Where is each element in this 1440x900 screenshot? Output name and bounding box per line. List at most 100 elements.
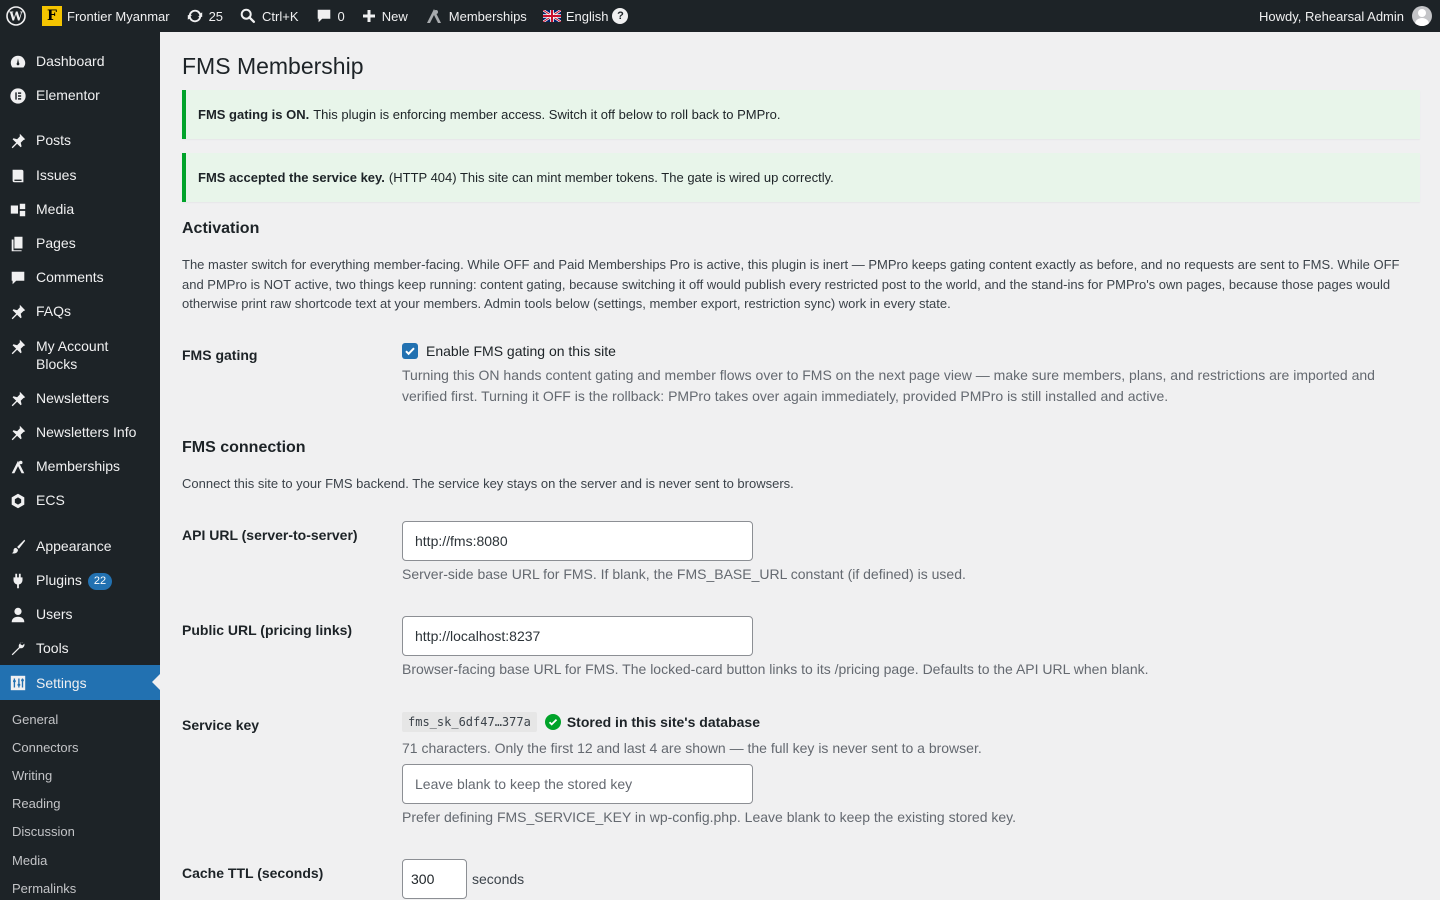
sidebar-item-label: Settings [36,674,87,691]
updates-icon [187,9,202,23]
sidebar-item-label: Pages [36,235,76,251]
sidebar-item-label: Posts [36,132,72,148]
search-icon [240,8,256,24]
brush-icon [0,537,36,556]
sidebar-item-tools[interactable]: Tools [0,639,160,658]
sidebar-item-newsletters[interactable]: Newsletters [0,389,160,408]
new-content-link[interactable]: New [353,0,416,32]
pin-icon [0,389,36,408]
submenu-item-reading[interactable]: Reading [12,796,60,811]
greeting: Howdy, Rehearsal Admin [1259,8,1404,24]
wordpress-logo-icon[interactable]: W [0,0,34,32]
memberships-label: Memberships [448,8,527,24]
notice-gating-on: FMS gating is ON. This plugin is enforci… [182,90,1420,139]
search-link[interactable]: Ctrl+K [231,0,306,32]
cache-ttl-unit: seconds [472,871,525,887]
fms-gating-label: FMS gating [182,347,258,363]
plus-icon [362,10,375,22]
sidebar-item-dashboard[interactable]: Dashboard [0,52,160,71]
cache-ttl-label: Cache TTL (seconds) [182,865,324,881]
ecs-icon [0,491,36,510]
sidebar-item-media[interactable]: Media [0,200,160,219]
user-icon [0,605,36,624]
sidebar-item-elementor[interactable]: Elementor [0,86,160,105]
sidebar-item-users[interactable]: Users [0,605,160,624]
comments-link[interactable]: 0 [307,0,353,32]
comment-icon [317,9,330,23]
site-name-link[interactable]: F Frontier Myanmar [34,0,178,32]
fms-gating-checkbox-label: Enable FMS gating on this site [426,343,616,359]
sidebar-item-label: FAQs [36,303,72,319]
sidebar-item-label: Tools [36,640,69,656]
sidebar-item-appearance[interactable]: Appearance [0,537,160,556]
updates-link[interactable]: 25 [178,0,231,32]
submenu-item-discussion[interactable]: Discussion [12,824,75,839]
sidebar-item-issues[interactable]: Issues [0,166,160,185]
connection-heading: FMS connection [182,439,306,456]
public-url-label: Public URL (pricing links) [182,622,353,638]
service-key-status-row: fms_sk_6df47…377a Stored in this site's … [402,712,760,732]
sidebar-item-posts[interactable]: Posts [0,131,160,150]
sidebar-item-memberships[interactable]: Memberships [0,457,160,476]
svg-text:W: W [8,10,23,24]
api-url-help: Server-side base URL for FMS. If blank, … [402,566,966,582]
dashboard-icon [0,52,36,71]
submenu-item-general[interactable]: General [12,712,58,727]
fms-gating-checkbox[interactable]: Enable FMS gating on this site [402,343,616,359]
public-url-input[interactable]: http://localhost:8237 [402,616,753,656]
sidebar-item-newsletters-info[interactable]: Newsletters Info [0,423,160,442]
api-url-label: API URL (server-to-server) [182,527,358,543]
sidebar-item-label: My Account Blocks [36,338,109,372]
public-url-help: Browser-facing base URL for FMS. The loc… [402,661,1149,677]
service-key-info: 71 characters. Only the first 12 and las… [402,740,982,756]
submenu-item-writing[interactable]: Writing [12,768,52,783]
new-label: New [381,8,408,24]
sidebar-item-label: Comments [36,269,104,285]
service-key-status: Stored in this site's database [537,714,760,730]
uk-flag-icon [542,10,561,22]
pin-icon [0,302,36,321]
sidebar-item-settings[interactable]: Settings [0,665,160,700]
pin-icon [0,131,36,150]
sidebar-item-plugins[interactable]: Plugins 22 [0,571,160,590]
checkbox-checked-icon[interactable] [402,343,418,359]
pin-icon [0,337,36,356]
settings-icon [0,673,36,692]
sidebar-item-label: ECS [36,492,65,508]
elementor-icon [0,86,36,105]
fms-gating-field: Enable FMS gating on this site [402,343,616,359]
sidebar-item-comments[interactable]: Comments [0,268,160,287]
sidebar-item-label: Dashboard [36,53,105,69]
sidebar-item-label: Memberships [36,458,121,474]
memberships-link[interactable]: Memberships [416,0,535,32]
public-url-field: http://localhost:8237 [402,616,753,656]
notice-gating-bold: FMS gating is ON. [198,107,310,122]
sidebar-item-label: Newsletters [36,390,110,406]
pages-icon [0,234,36,253]
sidebar-item-label: Appearance [36,538,112,554]
media-icon [0,200,36,219]
api-url-field: http://fms:8080 [402,521,753,561]
language-switcher[interactable]: English ? [535,0,637,32]
submenu-item-media[interactable]: Media [12,853,47,868]
pin-icon [0,423,36,442]
plugins-update-badge: 22 [87,573,113,590]
api-url-input[interactable]: http://fms:8080 [402,521,753,561]
submenu-item-connectors[interactable]: Connectors [12,740,78,755]
service-key-status-label: Stored in this site's database [566,714,760,730]
updates-count: 25 [208,8,224,24]
connection-description: Connect this site to your FMS backend. T… [182,476,794,491]
sidebar-item-ecs[interactable]: ECS [0,491,160,510]
my-account-link[interactable]: Howdy, Rehearsal Admin [1251,0,1440,32]
sidebar-item-faqs[interactable]: FAQs [0,302,160,321]
sidebar-item-label: Users [36,606,73,622]
sidebar-item-my-account-blocks[interactable]: My Account Blocks [0,337,160,373]
service-key-input[interactable]: Leave blank to keep the stored key [402,764,753,804]
cache-ttl-input[interactable]: 300 [402,859,467,899]
notice-key-bold: FMS accepted the service key. [198,170,385,185]
sidebar-item-pages[interactable]: Pages [0,234,160,253]
submenu-item-permalinks[interactable]: Permalinks [12,881,76,896]
service-key-masked: fms_sk_6df47…377a [402,712,537,732]
memberships-icon [426,9,441,23]
book-icon [0,166,36,185]
